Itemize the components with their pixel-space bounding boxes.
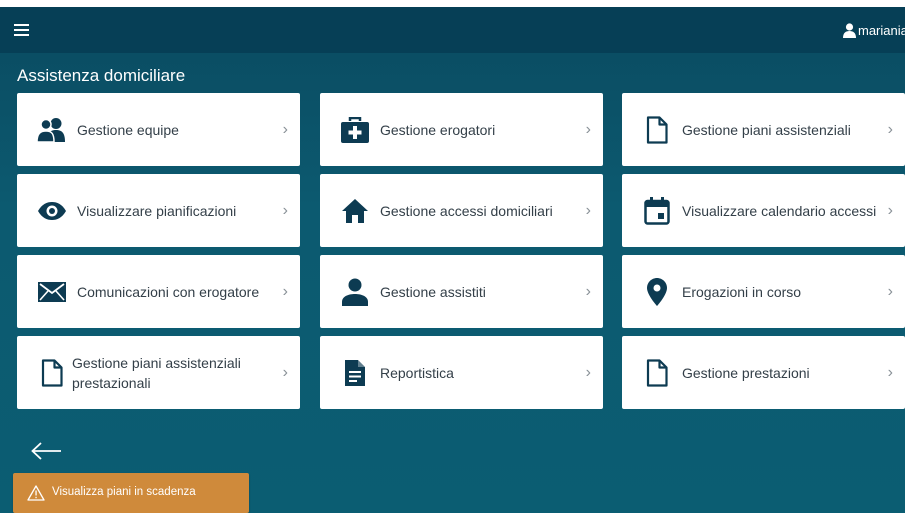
- document-icon: [37, 358, 67, 388]
- document-icon: [642, 358, 672, 388]
- document-icon: [642, 115, 672, 145]
- calendar-icon: [642, 196, 672, 226]
- tile-visualizzare-calendario-accessi[interactable]: Visualizzare calendario accessi ›: [622, 174, 905, 247]
- tile-label: Reportistica: [380, 364, 454, 381]
- home-icon: [340, 196, 370, 226]
- chevron-right-icon: ›: [585, 201, 591, 219]
- chevron-right-icon: ›: [282, 120, 288, 138]
- tile-label: Gestione piani assistenziali prestaziona…: [72, 354, 241, 391]
- tile-label: Gestione accessi domiciliari: [380, 202, 553, 219]
- chevron-right-icon: ›: [887, 282, 893, 300]
- chevron-right-icon: ›: [282, 282, 288, 300]
- chevron-right-icon: ›: [585, 282, 591, 300]
- tile-gestione-erogatori[interactable]: Gestione erogatori ›: [320, 93, 603, 166]
- envelope-icon: [37, 277, 67, 307]
- location-pin-icon: [642, 277, 672, 307]
- warning-icon: [27, 485, 45, 506]
- person-icon: [340, 277, 370, 307]
- tile-visualizzare-pianificazioni[interactable]: Visualizzare pianificazioni ›: [17, 174, 300, 247]
- tile-label: Visualizzare calendario accessi: [682, 202, 877, 219]
- page-title: Assistenza domiciliare: [17, 66, 186, 85]
- chevron-right-icon: ›: [887, 363, 893, 381]
- hamburger-icon[interactable]: [14, 24, 29, 36]
- toast-text: Visualizza piani in scadenza: [52, 486, 196, 498]
- tile-gestione-accessi-domiciliari[interactable]: Gestione accessi domiciliari ›: [320, 174, 603, 247]
- chevron-right-icon: ›: [585, 120, 591, 138]
- tile-label: Visualizzare pianificazioni: [77, 202, 237, 219]
- tile-gestione-assistiti[interactable]: Gestione assistiti ›: [320, 255, 603, 328]
- tile-label: Gestione equipe: [77, 121, 179, 138]
- eye-icon: [37, 196, 67, 226]
- tile-gestione-piani-assistenziali[interactable]: Gestione piani assistenziali ›: [622, 93, 905, 166]
- arrow-left-icon[interactable]: [30, 440, 62, 462]
- medical-kit-icon: [340, 115, 370, 145]
- chevron-right-icon: ›: [887, 201, 893, 219]
- username: mariania: [858, 22, 905, 38]
- tile-gestione-piani-assistenziali-prestazionali[interactable]: Gestione piani assistenziali prestaziona…: [17, 336, 300, 409]
- tile-gestione-prestazioni[interactable]: Gestione prestazioni ›: [622, 336, 905, 409]
- top-bar: mariania: [0, 7, 905, 53]
- tile-gestione-equipe[interactable]: Gestione equipe ›: [17, 93, 300, 166]
- user-icon: [843, 22, 856, 38]
- expiring-plans-button[interactable]: Visualizza piani in scadenza: [13, 473, 249, 513]
- tile-comunicazioni-con-erogatore[interactable]: Comunicazioni con erogatore ›: [17, 255, 300, 328]
- chevron-right-icon: ›: [282, 201, 288, 219]
- tile-label: Gestione erogatori: [380, 121, 496, 138]
- user-menu[interactable]: mariania: [843, 20, 905, 40]
- report-icon: [340, 358, 370, 388]
- chevron-right-icon: ›: [282, 363, 288, 381]
- tile-label: Erogazioni in corso: [682, 283, 802, 300]
- group-icon: [37, 115, 67, 145]
- tile-label: Gestione piani assistenziali: [682, 121, 851, 138]
- tile-label: Comunicazioni con erogatore: [77, 283, 260, 300]
- tile-reportistica[interactable]: Reportistica ›: [320, 336, 603, 409]
- tile-erogazioni-in-corso[interactable]: Erogazioni in corso ›: [622, 255, 905, 328]
- chevron-right-icon: ›: [585, 363, 591, 381]
- chevron-right-icon: ›: [887, 120, 893, 138]
- app-container: mariania Assistenza domiciliare Gestione…: [0, 7, 905, 513]
- tile-label: Gestione assistiti: [380, 283, 486, 300]
- tile-label: Gestione prestazioni: [682, 364, 810, 381]
